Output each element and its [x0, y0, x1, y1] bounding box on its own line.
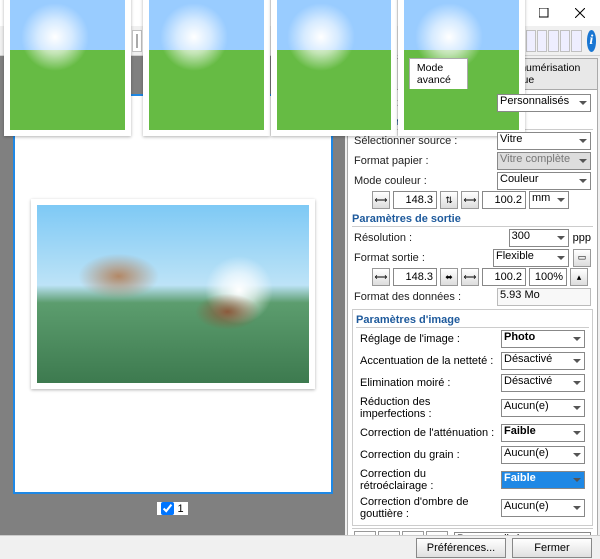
bottom-bar: Préférences... Fermer [0, 535, 600, 559]
preview-check-input[interactable] [161, 502, 174, 515]
close-app-button[interactable]: Fermer [512, 538, 592, 558]
adjust-select[interactable]: Photo [501, 330, 585, 348]
backlight-select[interactable]: Faible [501, 471, 585, 489]
height-icon: ⟷ [461, 191, 479, 209]
out-lock-icon[interactable]: ⬌ [440, 268, 458, 286]
res-select[interactable]: 300 [509, 229, 569, 247]
thumbnail-photo-icon[interactable] [4, 0, 131, 136]
image-header: Paramètres d'image [356, 313, 589, 328]
rotate-right-icon[interactable] [571, 30, 581, 52]
orientation-icon[interactable]: ▭ [573, 249, 591, 267]
sharpen-select[interactable]: Désactivé [501, 352, 585, 370]
res-unit: ppp [573, 232, 591, 244]
output-width[interactable] [393, 268, 437, 286]
backlight-label: Correction du rétroéclairage : [360, 468, 495, 492]
thumbnail-photo3-icon[interactable] [271, 0, 398, 136]
gutter-select[interactable]: Aucun(e) [501, 499, 585, 517]
brightness-icon[interactable]: ◐ [378, 531, 400, 535]
info-icon[interactable]: i [587, 30, 596, 52]
paper-select: Vitre complète [497, 152, 591, 170]
res-label: Résolution : [354, 232, 505, 244]
moire-label: Elimination moiré : [360, 377, 495, 389]
sharpen-label: Accentuation de la netteté : [360, 355, 495, 367]
lock-ratio-icon[interactable]: ⇅ [440, 191, 458, 209]
close-button[interactable] [562, 0, 598, 26]
source-label: Sélectionner source : [354, 135, 493, 147]
source-select[interactable]: Vitre [497, 132, 591, 150]
prefs-button[interactable]: Préférences... [416, 538, 506, 558]
tab-advanced[interactable]: Mode avancé [409, 58, 469, 89]
fmt-select[interactable]: Flexible [493, 249, 569, 267]
color-balance-icon[interactable] [354, 531, 376, 535]
crop-tool-icon[interactable] [526, 30, 536, 52]
toolbar: i [0, 26, 600, 56]
grain-select[interactable]: Aucun(e) [501, 446, 585, 464]
color-select[interactable]: Couleur [497, 172, 591, 190]
fade-select[interactable]: Faible [501, 424, 585, 442]
adjust-label: Réglage de l'image : [360, 333, 495, 345]
unit-select[interactable]: mm [529, 191, 569, 209]
fav-params-select[interactable]: Personnalisés [497, 94, 591, 112]
histogram-icon[interactable]: ▲ [402, 531, 424, 535]
curves-icon[interactable]: ◢ [426, 531, 448, 535]
preview-frame[interactable] [13, 94, 333, 494]
output-header: Paramètres de sortie [352, 212, 593, 227]
data-label: Format des données : [354, 291, 493, 303]
preview-image [31, 199, 315, 389]
imperf-select[interactable]: Aucun(e) [501, 399, 585, 417]
fade-label: Correction de l'atténuation : [360, 427, 495, 439]
thumbnail-photo2-icon[interactable] [143, 0, 270, 136]
data-size: 5.93 Mo [497, 288, 591, 306]
grain-label: Correction du grain : [360, 449, 495, 461]
preview-checkbox[interactable]: 1 [157, 502, 187, 515]
paper-label: Format papier : [354, 155, 493, 167]
crop-tool2-icon[interactable] [537, 30, 547, 52]
output-pct[interactable] [529, 268, 567, 286]
adjust-preset-select[interactable]: Personnalisée [454, 532, 591, 535]
fmt-label: Format sortie : [354, 252, 489, 264]
input-height[interactable] [482, 191, 526, 209]
out-width-icon: ⟷ [372, 268, 390, 286]
thumbnail-doc-icon[interactable] [132, 30, 142, 52]
pct-up-icon[interactable]: ▴ [570, 268, 588, 286]
imperf-label: Réduction des imperfections : [360, 396, 495, 420]
preview-number: 1 [177, 503, 183, 515]
rotate-left-icon[interactable] [560, 30, 570, 52]
gutter-label: Correction d'ombre de gouttière : [360, 496, 495, 520]
crop-tool3-icon[interactable] [548, 30, 558, 52]
output-height[interactable] [482, 268, 526, 286]
moire-select[interactable]: Désactivé [501, 374, 585, 392]
input-width[interactable] [393, 191, 437, 209]
out-height-icon: ⟷ [461, 268, 479, 286]
width-icon: ⟷ [372, 191, 390, 209]
color-label: Mode couleur : [354, 175, 493, 187]
maximize-button[interactable] [526, 0, 562, 26]
